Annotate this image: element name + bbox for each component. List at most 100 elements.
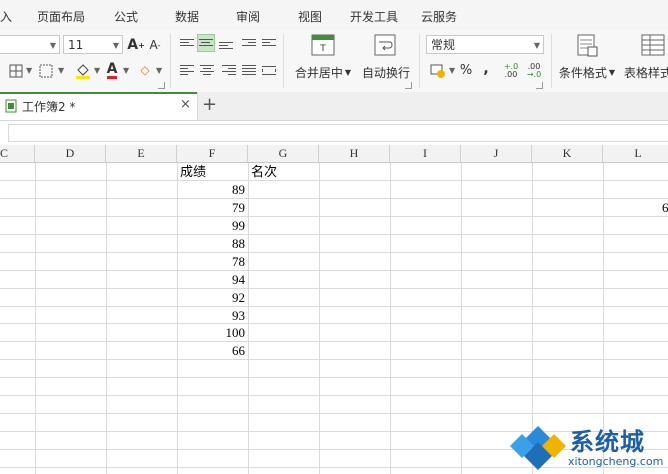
- grid-line: [35, 163, 36, 474]
- divider: [283, 34, 284, 88]
- score-cell[interactable]: 89: [178, 181, 245, 198]
- font-size-select[interactable]: 11 ▼: [63, 35, 123, 54]
- column-header-e[interactable]: E: [106, 145, 177, 162]
- decrease-indent-icon[interactable]: [240, 34, 258, 52]
- align-right-icon[interactable]: [220, 62, 238, 80]
- grid-line: [0, 252, 668, 253]
- score-cell[interactable]: 78: [178, 253, 245, 270]
- grid-line: [248, 163, 249, 474]
- cell-style-icon[interactable]: [38, 63, 54, 79]
- distributed-align-icon[interactable]: [260, 62, 278, 80]
- menu-developer[interactable]: 开发工具: [350, 8, 398, 25]
- column-header-i[interactable]: I: [390, 145, 461, 162]
- clear-format-icon[interactable]: ◇: [137, 62, 153, 78]
- chevron-down-icon[interactable]: ▼: [449, 66, 455, 75]
- wrap-text-icon[interactable]: [372, 34, 398, 56]
- xitongcheng-logo-icon: [510, 426, 566, 470]
- watermark-url: xitongcheng.com: [568, 455, 664, 468]
- align-left-icon[interactable]: [178, 62, 196, 80]
- column-header-d[interactable]: D: [35, 145, 106, 162]
- table-style-icon[interactable]: [640, 34, 666, 58]
- menu-formulas[interactable]: 公式: [114, 8, 138, 25]
- number-dialog-launcher-icon[interactable]: [536, 82, 543, 89]
- menu-page-layout[interactable]: 页面布局: [37, 8, 85, 25]
- increase-font-icon[interactable]: A +: [127, 35, 145, 55]
- chevron-down-icon[interactable]: ▼: [26, 66, 32, 75]
- menu-insert[interactable]: 入: [0, 8, 12, 25]
- chevron-down-icon[interactable]: ▼: [94, 66, 100, 75]
- comma-style-button[interactable]: ,: [480, 60, 492, 78]
- document-tab-title: 工作簿2 *: [22, 100, 76, 114]
- menu-view[interactable]: 视图: [298, 8, 322, 25]
- grid-line: [0, 395, 668, 396]
- menu-data[interactable]: 数据: [175, 8, 199, 25]
- fill-color-icon[interactable]: [74, 61, 92, 81]
- wrap-text-button[interactable]: 自动换行: [359, 63, 413, 81]
- table-style-button[interactable]: 表格样式: [624, 63, 668, 81]
- menu-review[interactable]: 审阅: [236, 8, 260, 25]
- score-cell[interactable]: 100: [178, 324, 246, 341]
- column-headers: C D E F G H I J K L: [0, 145, 668, 163]
- alignment-dialog-launcher-icon[interactable]: [405, 82, 412, 89]
- grid-line: [461, 163, 462, 474]
- align-center-icon[interactable]: [198, 62, 216, 80]
- column-header-j[interactable]: J: [461, 145, 532, 162]
- conditional-format-button[interactable]: 条件格式 ▼: [556, 63, 618, 81]
- conditional-format-label: 条件格式: [558, 65, 607, 80]
- grid-line: [0, 270, 668, 271]
- font-name-select[interactable]: ▼: [0, 35, 60, 54]
- merge-center-label: 合并居中: [294, 65, 343, 80]
- chevron-down-icon[interactable]: ▼: [58, 66, 64, 75]
- cell-l3-partial[interactable]: 6: [662, 199, 668, 216]
- score-cell[interactable]: 93: [178, 307, 245, 324]
- column-header-g[interactable]: G: [248, 145, 319, 162]
- score-cell[interactable]: 99: [178, 217, 245, 234]
- column-header-h[interactable]: H: [319, 145, 390, 162]
- increase-indent-icon[interactable]: [260, 34, 278, 52]
- chevron-down-icon: ▼: [533, 41, 540, 50]
- percent-button[interactable]: %: [459, 61, 473, 79]
- increase-decimal-button[interactable]: +.0.00: [501, 60, 521, 82]
- merge-center-icon[interactable]: T: [310, 34, 336, 56]
- divider: [551, 34, 552, 88]
- chevron-down-icon: ▼: [49, 41, 56, 50]
- menu-cloud-service[interactable]: 云服务: [421, 8, 457, 25]
- table-style-label: 表格样式: [624, 65, 668, 80]
- add-tab-icon[interactable]: +: [202, 94, 217, 115]
- cell-f1-header[interactable]: 成绩: [180, 163, 206, 180]
- chevron-down-icon[interactable]: ▼: [156, 66, 162, 75]
- column-header-c[interactable]: C: [0, 145, 35, 162]
- score-cell[interactable]: 94: [178, 271, 245, 288]
- score-cell[interactable]: 92: [178, 289, 245, 306]
- column-header-k[interactable]: K: [532, 145, 603, 162]
- grid-line: [0, 413, 668, 414]
- border-icon[interactable]: [8, 63, 24, 79]
- currency-icon[interactable]: [429, 62, 447, 80]
- chevron-down-icon[interactable]: ▼: [123, 66, 129, 75]
- align-top-icon[interactable]: [178, 34, 196, 52]
- document-tab[interactable]: 工作簿2 * ×: [0, 92, 198, 120]
- close-tab-icon[interactable]: ×: [180, 97, 191, 112]
- formula-input[interactable]: [8, 124, 668, 142]
- score-cell[interactable]: 79: [178, 199, 245, 216]
- conditional-format-icon[interactable]: [575, 34, 601, 58]
- decrease-decimal-button[interactable]: .00 →.0: [524, 60, 544, 82]
- font-dialog-launcher-icon[interactable]: [158, 82, 165, 89]
- score-cell[interactable]: 66: [178, 342, 245, 359]
- grid-line: [0, 288, 668, 289]
- align-middle-icon[interactable]: [197, 34, 215, 52]
- decrease-font-icon[interactable]: A-: [147, 35, 163, 55]
- score-cell[interactable]: 88: [178, 235, 245, 252]
- justify-icon[interactable]: [240, 62, 258, 80]
- grid-line: [0, 234, 668, 235]
- chevron-down-icon: ▼: [344, 67, 352, 77]
- cell-g1-header[interactable]: 名次: [251, 163, 277, 180]
- number-format-select[interactable]: 常规 ▼: [426, 35, 544, 54]
- grid-line: [0, 359, 668, 360]
- font-color-icon[interactable]: A: [104, 60, 120, 80]
- column-header-f[interactable]: F: [177, 145, 248, 162]
- align-bottom-icon[interactable]: [217, 34, 235, 52]
- column-header-l[interactable]: L: [603, 145, 668, 162]
- merge-center-button[interactable]: 合并居中 ▼: [292, 63, 354, 81]
- grid-line: [0, 180, 668, 181]
